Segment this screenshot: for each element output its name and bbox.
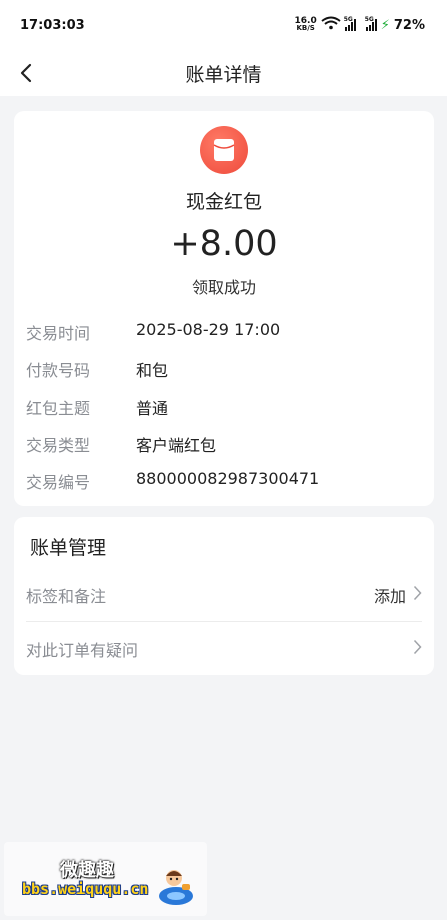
- order-question-row[interactable]: 对此订单有疑问: [26, 621, 422, 675]
- back-button[interactable]: [12, 59, 40, 87]
- network-speed: 16.0 KB/S: [295, 17, 317, 32]
- battery-charging-icon: ⚡: [380, 17, 390, 33]
- detail-value: 880000082987300471: [136, 469, 320, 488]
- back-arrow-icon: [20, 63, 32, 83]
- bill-name: 现金红包: [185, 191, 262, 213]
- detail-value: 2025-08-29 17:00: [136, 320, 281, 339]
- network-speed-unit: KB/S: [296, 24, 315, 32]
- bill-amount: +8.00: [170, 224, 278, 264]
- tags-notes-label: 标签和备注: [26, 587, 107, 606]
- detail-label: 交易时间: [26, 324, 91, 343]
- detail-label: 交易类型: [26, 436, 91, 455]
- bill-management-card: 账单管理 标签和备注 添加 对此订单有疑问: [14, 517, 434, 675]
- nav-bar: 账单详情: [0, 50, 447, 96]
- page-title: 账单详情: [185, 63, 262, 86]
- cellular-signal-1-icon: 5G: [343, 16, 356, 31]
- chevron-right-icon: [413, 585, 422, 601]
- detail-label: 交易编号: [26, 473, 91, 492]
- detail-label: 付款号码: [26, 361, 91, 380]
- signal-1-tag: 5G: [343, 16, 353, 23]
- battery-level: 72%: [393, 17, 425, 33]
- wifi-icon: [321, 16, 341, 34]
- cellular-signal-2-icon: 5G: [364, 16, 377, 31]
- watermark-url: bbs.weiququ.cn: [22, 880, 149, 898]
- bill-status: 领取成功: [191, 278, 256, 297]
- cartoon-figure-icon: [159, 870, 193, 905]
- bill-summary-card: 现金红包 +8.00 领取成功 交易时间 2025-08-29 17:00 付款…: [14, 111, 434, 506]
- add-link[interactable]: 添加: [374, 583, 406, 607]
- status-bar: 17:03:03 16.0 KB/S 5G 5G ⚡ 72%: [0, 0, 447, 50]
- chevron-right-icon: [413, 639, 422, 655]
- signal-2-tag: 5G: [364, 16, 374, 23]
- red-envelope-icon: [200, 126, 248, 174]
- detail-value: 和包: [136, 361, 169, 380]
- watermark-text: 微趣趣: [60, 860, 114, 881]
- detail-value: 客户端红包: [136, 436, 217, 455]
- order-question-label: 对此订单有疑问: [26, 641, 139, 660]
- watermark-logo: 微趣趣 bbs.weiququ.cn: [4, 842, 207, 916]
- detail-value: 普通: [136, 399, 169, 418]
- tags-notes-row[interactable]: 标签和备注 添加: [26, 567, 422, 621]
- status-time: 17:03:03: [20, 17, 85, 33]
- section-title: 账单管理: [30, 537, 107, 559]
- detail-label: 红包主题: [26, 399, 91, 418]
- status-icons: 16.0 KB/S 5G 5G ⚡ 72%: [295, 16, 425, 34]
